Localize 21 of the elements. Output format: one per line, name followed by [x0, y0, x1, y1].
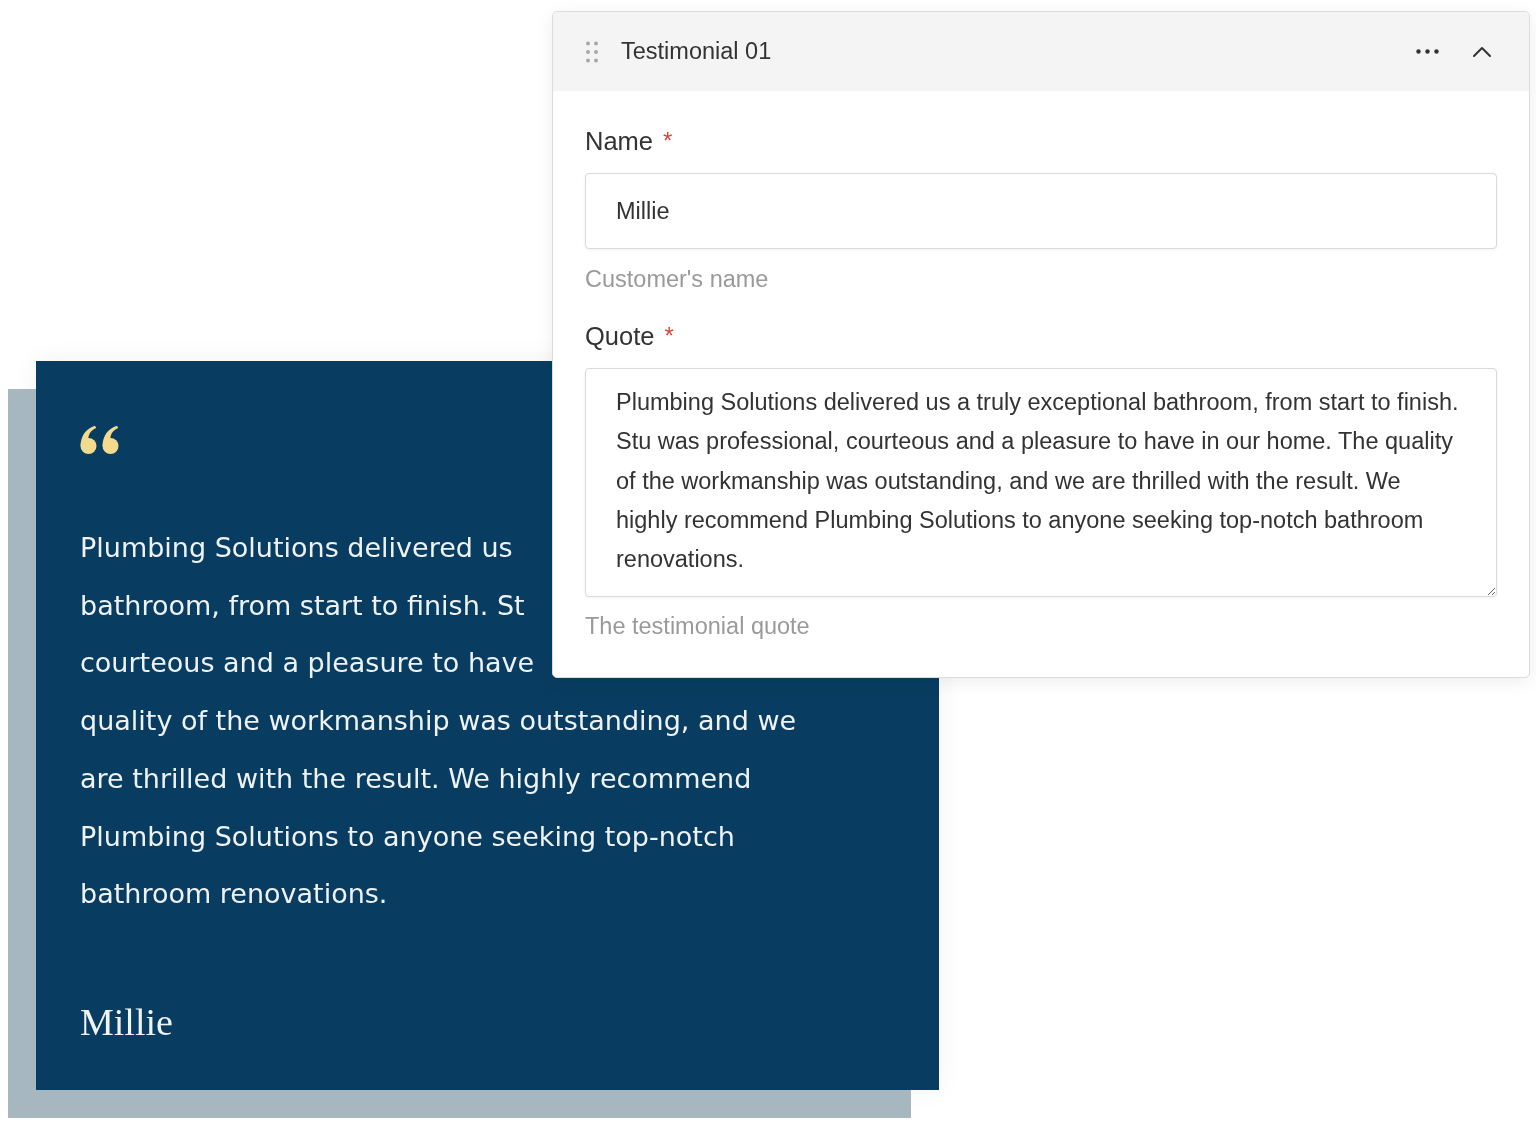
- required-mark: *: [663, 127, 673, 155]
- name-input[interactable]: Millie: [585, 173, 1497, 249]
- drag-handle-icon[interactable]: [586, 40, 598, 63]
- help-text: The testimonial quote: [585, 613, 810, 639]
- help-text: Customer's name: [585, 266, 769, 292]
- quote-mark-icon: [80, 425, 120, 455]
- quote-text: Plumbing Solutions to anyone seeking top-notch: [80, 819, 735, 854]
- panel-title: Testimonial 01: [621, 38, 772, 65]
- chevron-up-icon: [1473, 46, 1491, 57]
- required-mark: *: [664, 322, 674, 350]
- field-label: Quote: [585, 322, 655, 350]
- quote-text: bathroom renovations.: [80, 877, 388, 912]
- ellipsis-icon: [1415, 49, 1439, 54]
- quote-text: courteous and a pleasure to have: [80, 646, 535, 681]
- quote-text: Plumbing Solutions delivered us: [80, 531, 513, 565]
- quote-textarea[interactable]: Plumbing Solutions delivered us a truly exceptional bathroom, from start to finish. Stu was professional, courteous and a pleasure to have in our home. The quality of the workmanship was outstanding, and we are thrilled with the result. We highly recommend Plumbing Solutions to anyone seeking top-notch bathroom renovations.: [585, 368, 1497, 597]
- quote-text: bathroom, from start to finish. St: [80, 588, 525, 623]
- field-label: Name: [585, 127, 654, 155]
- author-name: Millie: [80, 999, 173, 1045]
- quote-text: quality of the workmanship was outstanding, and we: [80, 704, 797, 739]
- quote-text: are thrilled with the result. We highly recommend: [80, 761, 752, 796]
